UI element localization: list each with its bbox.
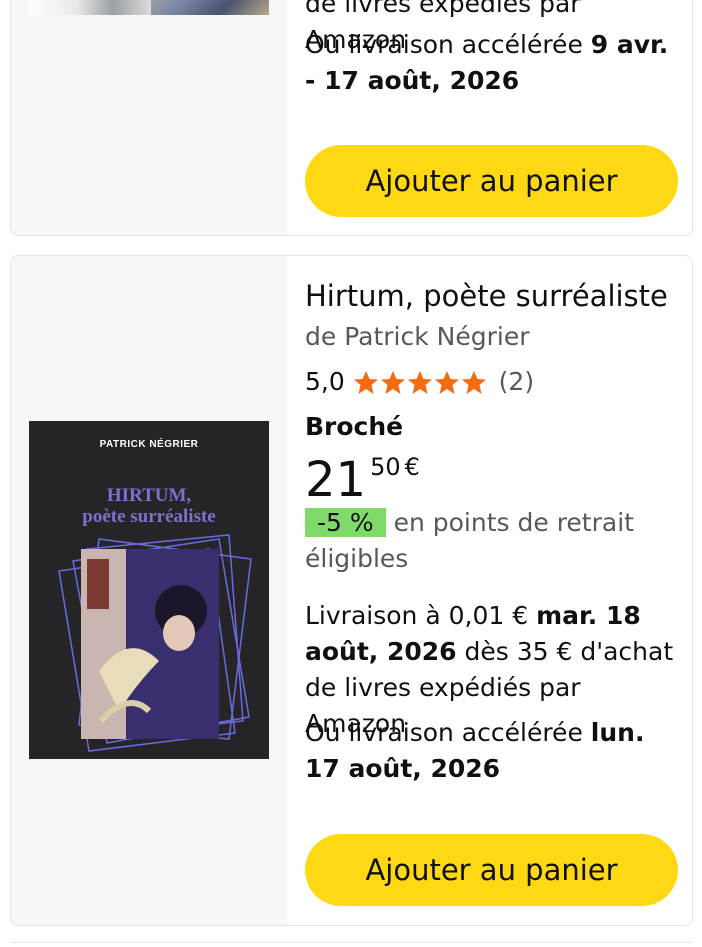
price: 21 50 € [305,452,420,508]
express-delivery: Ou livraison accélérée lun. 17 août, 202… [305,718,645,783]
product-card-2: PATRICK NÉGRIER HIRTUM, poète surréalist… [10,255,693,926]
add-to-cart-button[interactable]: Ajouter au panier [305,145,678,217]
product-info: de livres expédiés par Amazon Ou livrais… [287,0,692,235]
book-cover-image-detail [151,0,269,15]
rating-value: 5,0 [305,367,345,396]
rating-count: (2) [498,367,535,396]
price-whole: 21 [305,452,367,508]
product-format[interactable]: Broché [305,409,678,445]
price-fraction: 50 [370,453,401,481]
product-image-panel[interactable] [11,0,287,235]
cover-art [58,534,252,752]
cover-title: HIRTUM, poète surréaliste [82,485,216,527]
add-to-cart-button[interactable]: Ajouter au panier [305,834,678,906]
price-currency: € [404,453,420,481]
product-title[interactable]: Hirtum, poète surréaliste [305,278,678,314]
product-image-panel[interactable]: PATRICK NÉGRIER HIRTUM, poète surréalist… [11,256,287,925]
express-delivery: Ou livraison accélérée 9 avr. - 17 août,… [305,30,669,95]
next-card-edge [10,942,692,947]
product-card-1: de livres expédiés par Amazon Ou livrais… [10,0,693,236]
product-author[interactable]: de Patrick Négrier [305,319,678,355]
book-cover-image[interactable]: PATRICK NÉGRIER HIRTUM, poète surréalist… [29,421,269,759]
discount-badge: -5 % [305,508,386,537]
discount-info: -5 % en points de retrait éligibles [305,505,678,577]
cover-author: PATRICK NÉGRIER [99,439,199,450]
product-info: Hirtum, poète surréaliste de Patrick Nég… [287,256,692,925]
rating-row[interactable]: 5,0 (2) [305,364,678,400]
star-rating-icon [353,371,486,394]
